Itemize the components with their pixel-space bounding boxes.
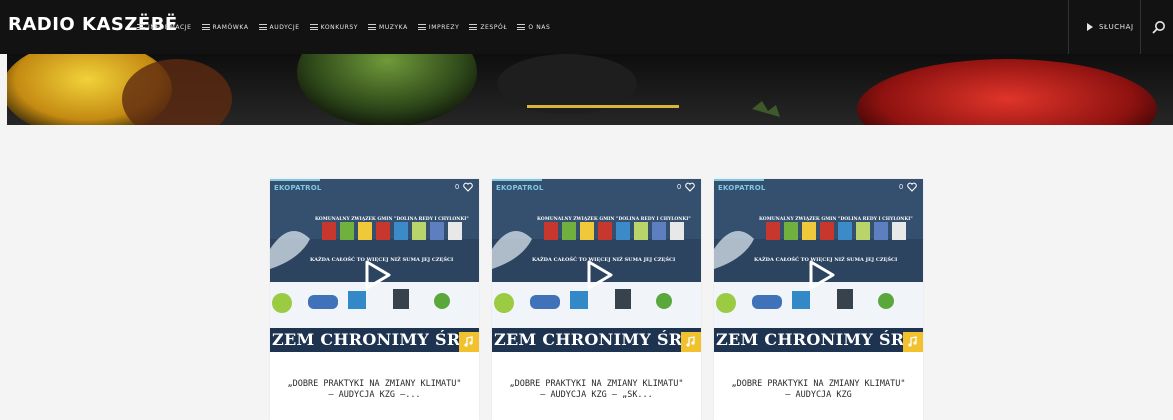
nav-item-label: INFORMACJE (148, 23, 192, 31)
listen-label: SŁUCHAJ (1099, 23, 1134, 31)
menu-icon (258, 24, 267, 30)
nav-item-ramowka[interactable]: RAMÓWKA (201, 23, 249, 31)
nav-item-imprezy[interactable]: IMPREZY (417, 23, 460, 31)
top-navigation-bar: RADIO KASZËBË INFORMACJE RAMÓWKA AUDYCJE… (0, 0, 1173, 54)
hero-progress-indicator (527, 105, 679, 108)
image-bottom-banner: ZEM CHRONIMY ŚRODOWISKO (714, 328, 923, 352)
audycja-card[interactable]: EKOPATROL 0 KOMUNALNY ZWIĄZEK GMIN "DOLI… (270, 179, 479, 420)
card-thumbnail[interactable]: EKOPATROL 0 KOMUNALNY ZWIĄZEK GMIN "DOLI… (270, 179, 479, 352)
nav-item-label: IMPREZY (428, 23, 460, 31)
category-label[interactable]: EKOPATROL (274, 184, 322, 192)
menu-icon (201, 24, 210, 30)
audio-badge[interactable] (903, 332, 923, 352)
like-counter[interactable]: 0 (455, 182, 473, 192)
category-accent (270, 179, 320, 181)
image-heading-text: KOMUNALNY ZWIĄZEK GMIN "DOLINA REDY I CH… (315, 217, 469, 222)
card-thumbnail[interactable]: EKOPATROL 0 KOMUNALNY ZWIĄZEK GMIN "DOLI… (492, 179, 701, 352)
image-bottom-banner: ZEM CHRONIMY ŚRODOWISKO (270, 328, 479, 352)
nav-item-label: KONKURSY (320, 23, 359, 31)
image-bottom-text: ZEM CHRONIMY ŚRODOWISKO (272, 330, 479, 349)
audio-badge[interactable] (681, 332, 701, 352)
play-video-icon[interactable] (802, 257, 838, 293)
category-label[interactable]: EKOPATROL (496, 184, 544, 192)
nav-item-muzyka[interactable]: MUZYKA (368, 24, 408, 31)
listen-button[interactable]: SŁUCHAJ (1087, 23, 1134, 31)
like-counter[interactable]: 0 (677, 182, 695, 192)
search-icon[interactable] (1152, 20, 1166, 34)
play-video-icon[interactable] (358, 257, 394, 293)
menu-icon (417, 24, 426, 30)
like-count: 0 (677, 183, 681, 191)
card-title[interactable]: „DOBRE PRAKTYKI NA ZMIANY KLIMATU" – AUD… (728, 379, 909, 401)
category-label[interactable]: EKOPATROL (718, 184, 766, 192)
nav-item-konkursy[interactable]: KONKURSY (309, 23, 359, 31)
like-count: 0 (899, 183, 903, 191)
menu-icon (309, 24, 318, 30)
category-accent (714, 179, 764, 181)
play-video-icon[interactable] (580, 257, 616, 293)
music-note-icon (464, 336, 473, 347)
menu-icon (517, 24, 526, 30)
heart-icon[interactable] (463, 182, 473, 192)
heart-icon[interactable] (907, 182, 917, 192)
card-title[interactable]: „DOBRE PRAKTYKI NA ZMIANY KLIMATU" – AUD… (506, 379, 687, 401)
hero-banner-image (7, 54, 1173, 125)
nav-item-label: RAMÓWKA (212, 23, 249, 31)
like-counter[interactable]: 0 (899, 182, 917, 192)
nav-item-label: ZESPÓŁ (480, 23, 508, 31)
card-thumbnail[interactable]: EKOPATROL 0 KOMUNALNY ZWIĄZEK GMIN "DOLI… (714, 179, 923, 352)
nav-item-zespol[interactable]: ZESPÓŁ (469, 24, 507, 31)
nav-item-label: MUZYKA (379, 23, 408, 31)
music-note-icon (908, 336, 917, 347)
heart-icon[interactable] (685, 182, 695, 192)
image-bottom-text: ZEM CHRONIMY ŚRODOWISKO (494, 330, 701, 349)
nav-item-label: AUDYCJE (269, 23, 300, 31)
nav-item-audycje[interactable]: AUDYCJE (258, 23, 300, 31)
image-bottom-banner: ZEM CHRONIMY ŚRODOWISKO (492, 328, 701, 352)
audycja-card[interactable]: EKOPATROL 0 KOMUNALNY ZWIĄZEK GMIN "DOLI… (492, 179, 701, 420)
category-accent (492, 179, 542, 181)
audycja-card[interactable]: EKOPATROL 0 KOMUNALNY ZWIĄZEK GMIN "DOLI… (714, 179, 923, 420)
card-title[interactable]: „DOBRE PRAKTYKI NA ZMIANY KLIMATU" – AUD… (284, 379, 465, 401)
vegetables-photo (7, 54, 1173, 125)
image-bottom-text: ZEM CHRONIMY ŚRODOWISKO (716, 330, 923, 349)
menu-icon (469, 24, 478, 30)
music-note-icon (686, 336, 695, 347)
nav-item-informacje[interactable]: INFORMACJE (137, 24, 192, 31)
menu-icon (137, 24, 145, 30)
nav-item-o-nas[interactable]: O NAS (517, 24, 550, 31)
like-count: 0 (455, 183, 459, 191)
divider (1068, 0, 1069, 54)
image-heading-text: KOMUNALNY ZWIĄZEK GMIN "DOLINA REDY I CH… (537, 217, 691, 222)
divider (1140, 0, 1141, 54)
main-nav: INFORMACJE RAMÓWKA AUDYCJE KONKURSY MUZY… (137, 0, 550, 54)
nav-item-label: O NAS (528, 23, 551, 31)
image-heading-text: KOMUNALNY ZWIĄZEK GMIN "DOLINA REDY I CH… (759, 217, 913, 222)
menu-icon (368, 24, 377, 30)
play-icon (1087, 23, 1093, 31)
audio-badge[interactable] (459, 332, 479, 352)
